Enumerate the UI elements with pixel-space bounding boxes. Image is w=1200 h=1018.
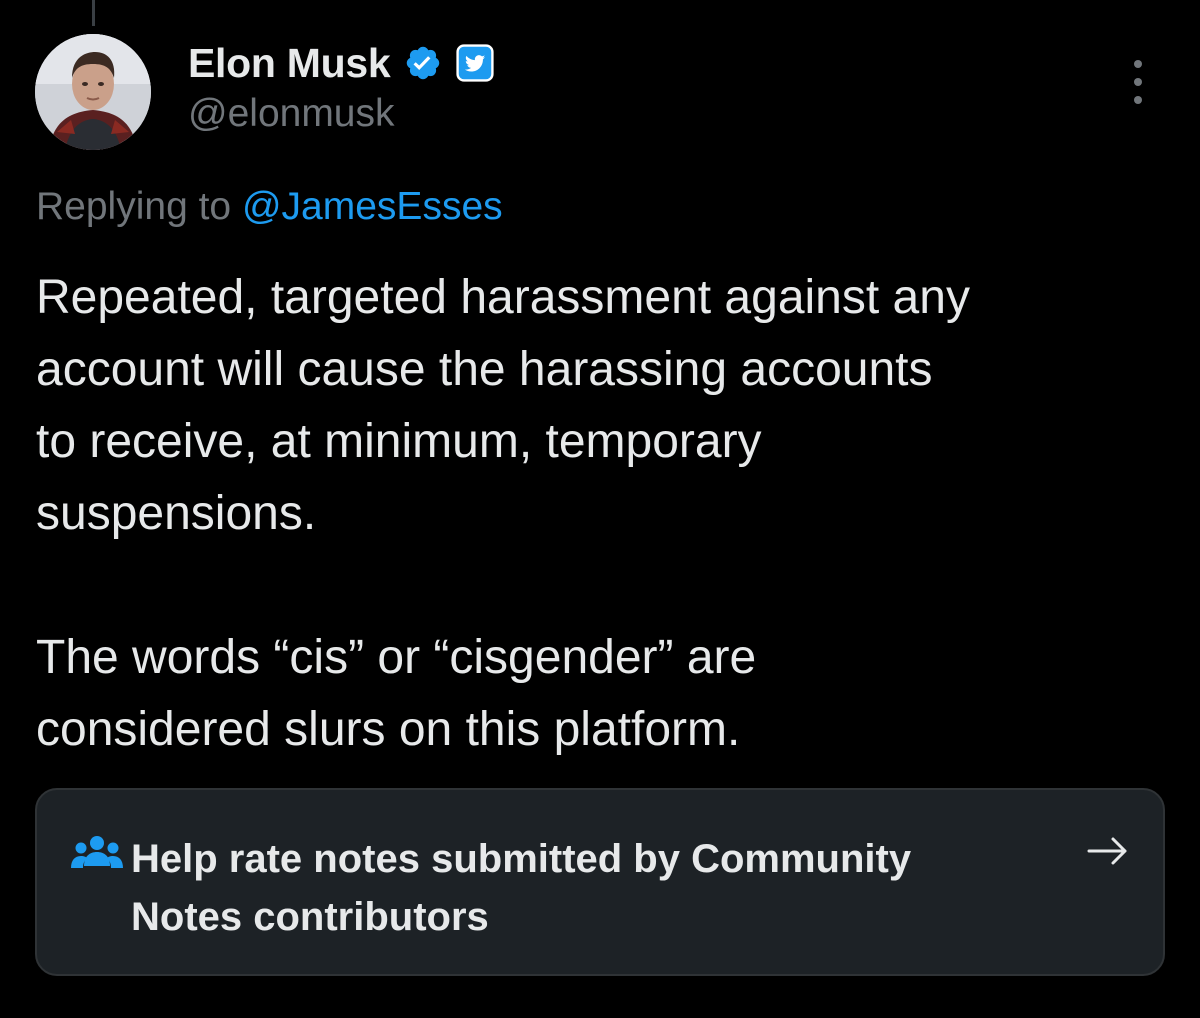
verified-check-icon[interactable] <box>404 44 442 82</box>
author-name-row: Elon Musk <box>188 38 494 88</box>
tweet-paragraph-1: Repeated, targeted harassment against an… <box>36 262 1176 550</box>
tweet-line: The words “cis” or “cisgender” are <box>36 631 757 684</box>
notes-line: Notes contributors <box>131 895 489 939</box>
tweet-view: Elon Musk @elonmusk Replying to @JamesEs… <box>0 0 1200 1018</box>
people-icon <box>71 834 123 874</box>
tweet-paragraph-2: The words “cis” or “cisgender” are consi… <box>36 622 1176 766</box>
more-vertical-icon[interactable] <box>1126 60 1150 104</box>
replying-to-label: Replying to <box>36 185 232 228</box>
tweet-line: to receive, at minimum, temporary <box>36 415 762 468</box>
tweet-line: suspensions. <box>36 487 317 540</box>
author-handle[interactable]: @elonmusk <box>188 92 395 136</box>
author-display-name[interactable]: Elon Musk <box>188 40 391 87</box>
reply-mention-link[interactable]: @JamesEsses <box>242 185 503 228</box>
avatar-image <box>35 34 151 150</box>
more-dot <box>1134 60 1142 68</box>
thread-connector-line <box>92 0 95 26</box>
tweet-line: account will cause the harassing account… <box>36 343 933 396</box>
tweet-line: considered slurs on this platform. <box>36 703 741 756</box>
avatar[interactable] <box>35 34 151 150</box>
community-notes-text: Help rate notes submitted by Community N… <box>131 830 1051 946</box>
replying-to-line: Replying to @JamesEsses <box>36 185 503 229</box>
notes-line: Help rate notes submitted by Community <box>131 837 912 881</box>
tweet-line: Repeated, targeted harassment against an… <box>36 271 970 324</box>
tweet-text: Repeated, targeted harassment against an… <box>36 262 1176 766</box>
community-notes-card[interactable]: Help rate notes submitted by Community N… <box>35 788 1165 976</box>
more-dot <box>1134 96 1142 104</box>
arrow-right-icon[interactable] <box>1085 834 1131 868</box>
more-dot <box>1134 78 1142 86</box>
twitter-bird-badge-icon[interactable] <box>456 44 494 82</box>
